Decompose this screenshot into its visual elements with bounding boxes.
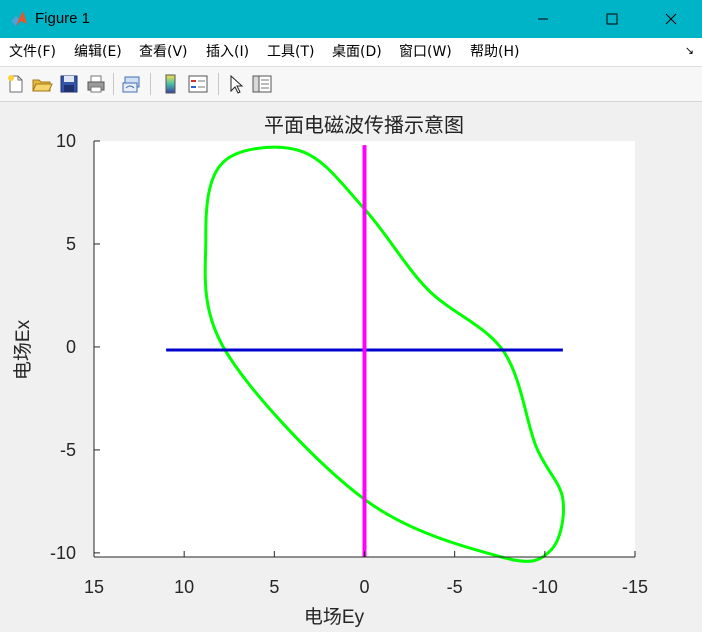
matlab-icon [11, 11, 27, 26]
toolbar-separator [218, 73, 219, 95]
figure-canvas: 15 10 5 0 -5 -10 -15 10 5 0 -5 -10 平面电磁波传播示意图 电场Ey … [1, 102, 701, 628]
toolbar-separator [150, 73, 151, 95]
x-tick-label: 0 [359, 577, 369, 597]
save-icon[interactable] [58, 73, 80, 95]
y-axis-label: 电场Ex [12, 319, 34, 380]
new-figure-icon[interactable] [5, 73, 27, 95]
x-tick-label: 10 [174, 577, 194, 597]
menu-bar: 文件(F) 编辑(E) 查看(V) 插入(I) 工具(T) 桌面(D) 窗口(W… [0, 38, 702, 67]
menu-view[interactable]: 查看(V) [139, 44, 188, 60]
minimize-icon [538, 18, 548, 20]
x-tick-label: -15 [622, 577, 648, 597]
y-tick-label: -10 [50, 543, 76, 563]
toolbar-separator [113, 73, 114, 95]
pointer-icon[interactable] [225, 73, 247, 95]
x-tick-label: -10 [532, 577, 558, 597]
y-tick-label: -5 [60, 440, 76, 460]
menu-insert[interactable]: 插入(I) [206, 44, 249, 60]
menu-window[interactable]: 窗口(W) [399, 44, 452, 60]
plot-chart: 15 10 5 0 -5 -10 -151050-5-10 平面电磁波传播示意图 电场Ey … [12, 113, 648, 628]
close-icon [665, 13, 677, 25]
plot-tools-icon[interactable] [251, 73, 273, 95]
close-button[interactable] [648, 0, 694, 38]
window-title: Figure 1 [35, 10, 91, 27]
y-tick-label: 0 [66, 337, 76, 357]
y-tick-label: 10 [56, 131, 76, 151]
maximize-icon [606, 13, 618, 25]
x-tick-label: 15 [84, 577, 104, 597]
menu-file[interactable]: 文件(F) [9, 44, 56, 60]
maximize-button[interactable] [589, 0, 635, 38]
legend-icon[interactable] [187, 73, 209, 95]
menu-help[interactable]: 帮助(H) [470, 44, 519, 60]
chart-title: 平面电磁波传播示意图 [264, 113, 464, 137]
colorbar-icon[interactable] [160, 73, 182, 95]
window-titlebar: Figure 1 [0, 0, 702, 38]
open-file-icon[interactable] [31, 73, 53, 95]
y-tick-label: 5 [66, 234, 76, 254]
menu-tools[interactable]: 工具(T) [267, 44, 314, 60]
print-icon[interactable] [85, 73, 107, 95]
x-tick-label: -5 [447, 577, 463, 597]
menu-desktop[interactable]: 桌面(D) [332, 44, 382, 60]
link-plot-icon[interactable] [121, 73, 143, 95]
x-tick-label: 5 [269, 577, 279, 597]
x-axis-label: 电场Ey [304, 606, 365, 628]
minimize-button[interactable] [520, 0, 566, 38]
menu-edit[interactable]: 编辑(E) [74, 44, 122, 60]
figure-toolbar [0, 67, 702, 102]
menu-overflow-icon[interactable]: ↘ [685, 44, 694, 57]
